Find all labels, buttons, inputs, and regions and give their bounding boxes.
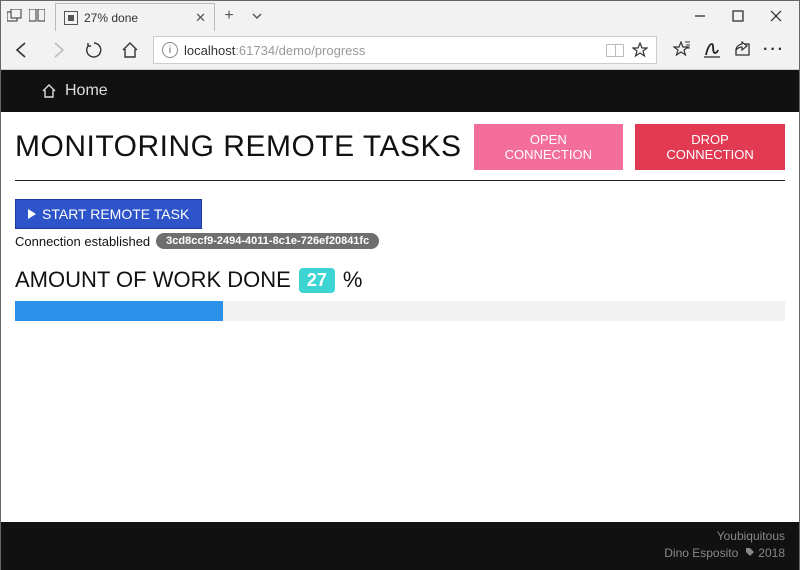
progress-label: AMOUNT OF WORK DONE: [15, 267, 291, 293]
cascade-icon[interactable]: [7, 9, 23, 23]
tab-title: 27% done: [84, 11, 138, 25]
tabs-chevron-icon[interactable]: [243, 10, 271, 22]
url-host: localhost: [184, 43, 235, 58]
forward-button[interactable]: [45, 37, 71, 63]
url-path: :61734/demo/progress: [235, 43, 365, 58]
favorites-list-icon[interactable]: [673, 41, 691, 59]
side-by-side-icon[interactable]: [29, 9, 45, 23]
browser-tab[interactable]: 27% done ✕: [55, 3, 215, 31]
footer-copyright: Dino Esposito 2018: [15, 545, 785, 562]
tab-favicon: [64, 11, 78, 25]
refresh-button[interactable]: [81, 37, 107, 63]
header-divider: [15, 180, 785, 181]
progress-percent-badge: 27: [299, 268, 335, 293]
nav-toolbar: i localhost:61734/demo/progress ···: [1, 31, 799, 69]
progress-bar-fill: [15, 301, 223, 321]
reading-view-icon[interactable]: [606, 44, 624, 57]
site-navbar: Home: [1, 70, 799, 112]
tab-close-icon[interactable]: ✕: [195, 10, 206, 26]
home-icon: [41, 83, 57, 99]
favorite-star-icon[interactable]: [632, 42, 648, 58]
page-viewport: Home MONITORING REMOTE TASKS OPEN CONNEC…: [1, 70, 799, 570]
site-footer: Youbiquitous Dino Esposito 2018: [1, 522, 799, 570]
play-icon: [28, 209, 36, 219]
close-window-button[interactable]: [759, 3, 793, 29]
maximize-button[interactable]: [721, 3, 755, 29]
back-button[interactable]: [9, 37, 35, 63]
status-label: Connection established: [15, 234, 150, 249]
home-button[interactable]: [117, 37, 143, 63]
share-icon[interactable]: [733, 41, 751, 59]
progress-heading: AMOUNT OF WORK DONE 27 %: [15, 267, 785, 293]
footer-author: Dino Esposito: [664, 546, 738, 560]
connection-status: Connection established 3cd8ccf9-2494-401…: [15, 233, 785, 249]
progress-percent-suffix: %: [343, 267, 363, 293]
tag-icon: [745, 547, 755, 557]
address-bar[interactable]: i localhost:61734/demo/progress: [153, 36, 657, 64]
browser-chrome: 27% done ✕ + i localhost:61734/demo/prog…: [1, 1, 799, 70]
window-controls: [683, 3, 793, 29]
site-info-icon[interactable]: i: [162, 42, 178, 58]
main-content: MONITORING REMOTE TASKS OPEN CONNECTION …: [1, 112, 799, 522]
page-title: MONITORING REMOTE TASKS: [15, 130, 462, 164]
footer-brand: Youbiquitous: [15, 528, 785, 545]
toolbar-right: ···: [667, 41, 791, 59]
open-connection-button[interactable]: OPEN CONNECTION: [474, 124, 624, 170]
drop-connection-button[interactable]: DROP CONNECTION: [635, 124, 785, 170]
footer-year: 2018: [758, 546, 785, 560]
ink-notes-icon[interactable]: [703, 41, 721, 59]
tab-strip: 27% done ✕ +: [1, 1, 799, 31]
new-tab-button[interactable]: +: [215, 7, 243, 25]
start-remote-task-button[interactable]: START REMOTE TASK: [15, 199, 202, 229]
more-menu-icon[interactable]: ···: [763, 41, 785, 59]
nav-home-link[interactable]: Home: [65, 82, 108, 100]
minimize-button[interactable]: [683, 3, 717, 29]
connection-id-badge: 3cd8ccf9-2494-4011-8c1e-726ef20841fc: [156, 233, 379, 249]
progress-bar-track: [15, 301, 785, 321]
window-group-icons: [7, 9, 45, 23]
start-button-label: START REMOTE TASK: [42, 206, 189, 222]
